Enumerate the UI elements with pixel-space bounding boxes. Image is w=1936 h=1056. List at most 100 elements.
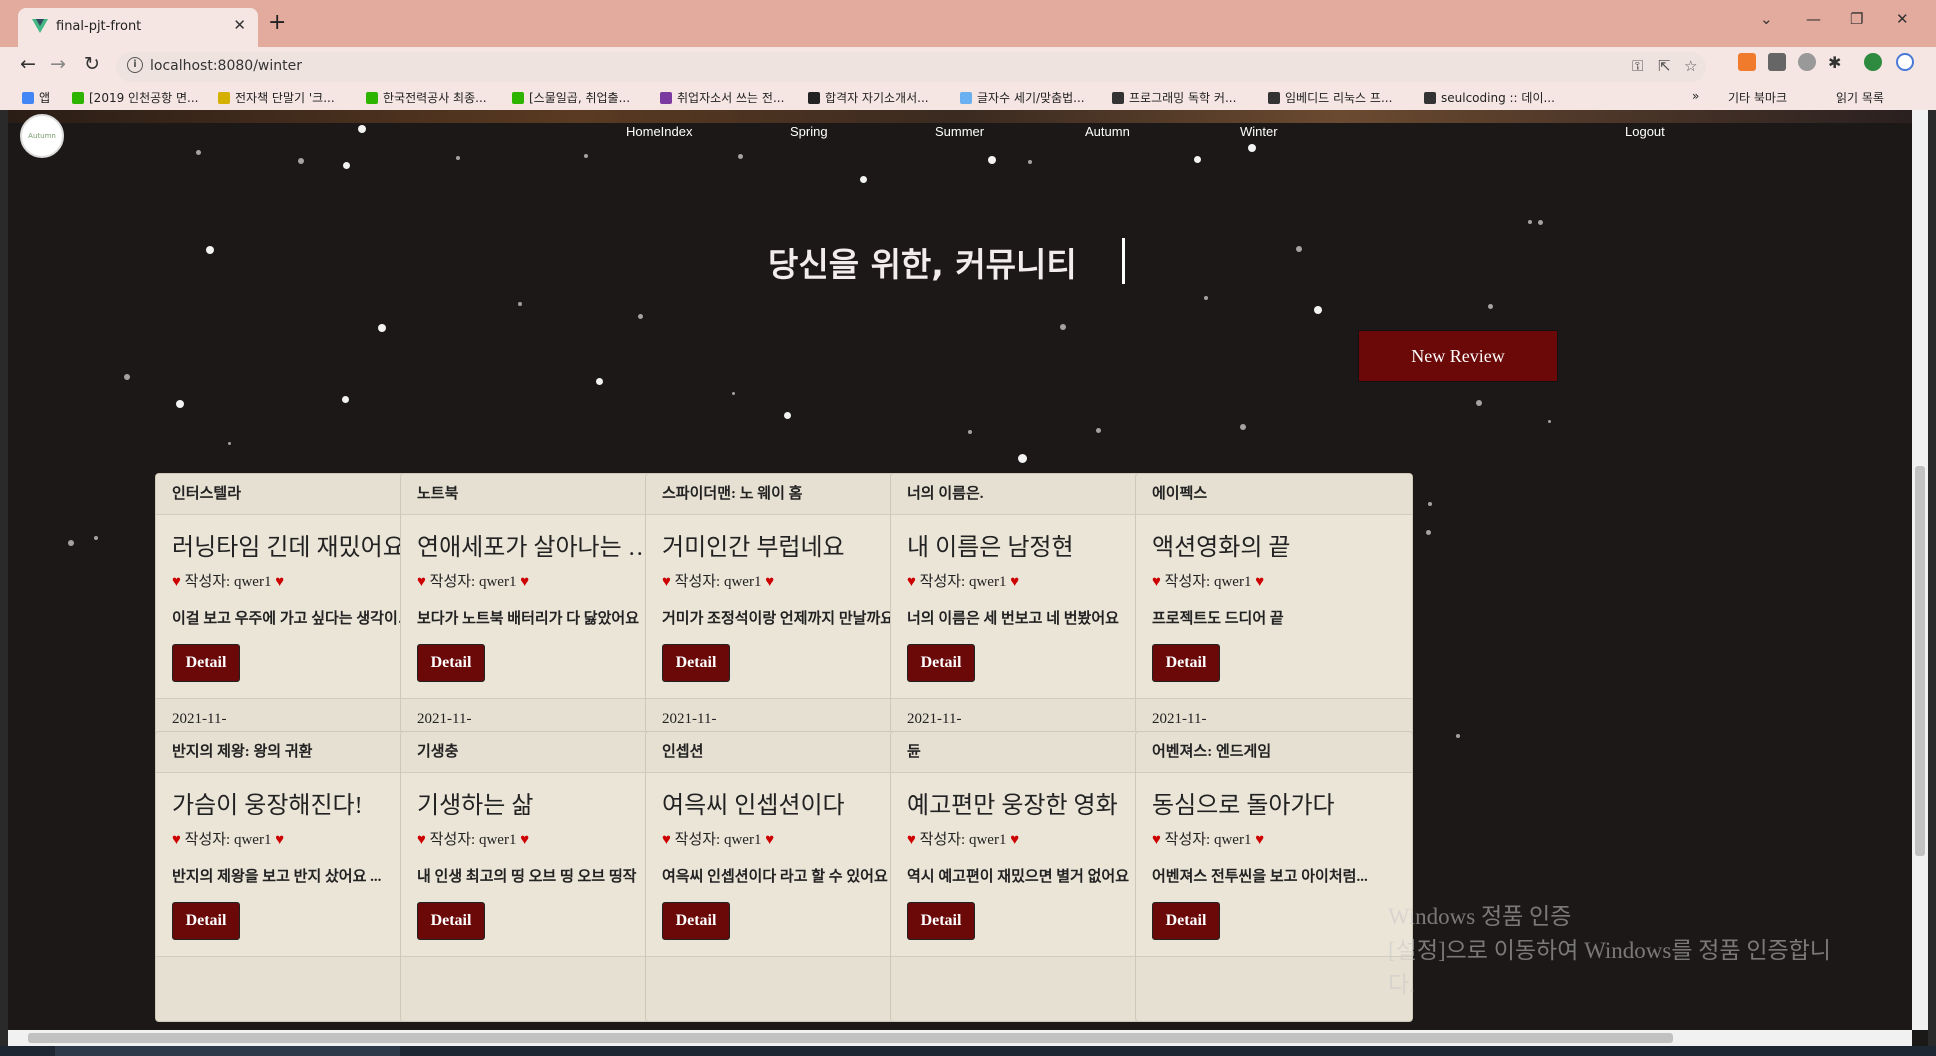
nav-winter[interactable]: Winter xyxy=(1240,124,1278,139)
window-close-icon[interactable]: ✕ xyxy=(1896,10,1909,28)
heart-icon: ♥ xyxy=(1010,832,1020,848)
snowflake xyxy=(1476,400,1482,406)
back-icon[interactable]: ← xyxy=(20,53,36,75)
site-info-icon[interactable]: i xyxy=(127,57,143,73)
nav-spring[interactable]: Spring xyxy=(790,124,828,139)
typing-caret xyxy=(1122,238,1125,284)
vertical-scrollbar[interactable] xyxy=(1912,110,1928,1030)
card-author: ♥ 작성자: qwer1 ♥ xyxy=(156,562,432,591)
scrollbar-thumb[interactable] xyxy=(28,1033,1673,1043)
card-movie-title: 어벤져스: 엔드게임 xyxy=(1136,732,1412,773)
snowflake xyxy=(176,400,184,408)
bookmarks-overflow-icon[interactable]: » xyxy=(1692,89,1699,103)
extension-icon[interactable] xyxy=(1738,53,1756,71)
review-card: 에이펙스 액션영화의 끝 ♥ 작성자: qwer1 ♥ 프로젝트도 드디어 끝 Deta… xyxy=(1135,473,1413,764)
snowflake xyxy=(1548,420,1551,423)
card-author: ♥ 작성자: qwer1 ♥ xyxy=(1136,562,1412,591)
heart-icon: ♥ xyxy=(417,832,426,848)
card-movie-title: 스파이더맨: 노 웨이 홈 xyxy=(646,474,922,515)
reading-list-button[interactable]: 읽기 목록 xyxy=(1836,89,1884,106)
snowflake xyxy=(1488,304,1493,309)
card-review-title: 액션영화의 끝 xyxy=(1152,535,1291,561)
card-created-at xyxy=(891,956,1167,1021)
bookmark-item[interactable]: seulcoding :: 데이... xyxy=(1424,89,1555,106)
detail-button[interactable]: Detail xyxy=(907,644,975,682)
extension-icon[interactable] xyxy=(1798,53,1816,71)
tab-close-icon[interactable]: ✕ xyxy=(233,16,246,34)
card-author: ♥ 작성자: qwer1 ♥ xyxy=(1136,820,1412,849)
scrollbar-thumb[interactable] xyxy=(1915,466,1925,856)
card-movie-title: 에이펙스 xyxy=(1136,474,1412,515)
bookmark-star-icon[interactable]: ☆ xyxy=(1684,57,1697,75)
bookmark-item[interactable]: 앱 xyxy=(22,89,50,106)
bookmark-item[interactable]: 전자책 단말기 '크... xyxy=(218,89,335,106)
menu-icon[interactable] xyxy=(1896,53,1914,71)
profile-avatar[interactable] xyxy=(1864,53,1882,71)
bookmark-item[interactable]: 취업자소서 쓰는 전... xyxy=(660,89,784,106)
key-icon[interactable]: ⚿ xyxy=(1632,57,1643,75)
taskbar-active-app[interactable] xyxy=(55,1046,400,1056)
tab-search-icon[interactable]: ⌄ xyxy=(1760,10,1773,28)
tab-strip: final-pjt-front ✕ + ⌄ — ❐ ✕ xyxy=(0,0,1936,47)
card-movie-title: 반지의 제왕: 왕의 귀환 xyxy=(156,732,432,773)
nav-logout[interactable]: Logout xyxy=(1625,124,1665,139)
extension-icon[interactable] xyxy=(1768,53,1786,71)
detail-button[interactable]: Detail xyxy=(172,902,240,940)
share-icon[interactable]: ⇱ xyxy=(1658,57,1671,75)
detail-button[interactable]: Detail xyxy=(417,644,485,682)
site-logo[interactable]: Autumn xyxy=(20,114,64,158)
review-card: 너의 이름은. 내 이름은 남정현 ♥ 작성자: qwer1 ♥ 너의 이름은 세 번… xyxy=(890,473,1168,764)
nav-autumn[interactable]: Autumn xyxy=(1085,124,1130,139)
author-label: 작성자: qwer1 xyxy=(1164,574,1252,590)
card-review-body: 반지의 제왕을 보고 반지 샀어요 ... xyxy=(172,869,382,885)
card-review-title: 내 이름은 남정현 xyxy=(907,535,1074,561)
puzzle-icon[interactable]: ✱ xyxy=(1828,53,1846,72)
minimize-icon[interactable]: — xyxy=(1806,10,1821,28)
review-card: 인셉션 여윽씨 인셉션이다 ♥ 작성자: qwer1 ♥ 여윽씨 인셉션이다 라고 할… xyxy=(645,731,923,1022)
detail-button[interactable]: Detail xyxy=(1152,644,1220,682)
detail-button[interactable]: Detail xyxy=(662,644,730,682)
snowflake xyxy=(68,540,74,546)
card-review-title: 예고편만 웅장한 영화 xyxy=(907,793,1118,819)
address-bar[interactable]: i localhost:8080/winter ⚿ ⇱ ☆ xyxy=(116,52,1706,82)
nav-homeindex[interactable]: HomeIndex xyxy=(626,124,692,139)
review-card: 듄 예고편만 웅장한 영화 ♥ 작성자: qwer1 ♥ 역시 예고편이 재밌으면 별… xyxy=(890,731,1168,1022)
bookmark-item[interactable]: 프로그래밍 독학 커... xyxy=(1112,89,1236,106)
review-card: 반지의 제왕: 왕의 귀환 가슴이 웅장해진다! ♥ 작성자: qwer1 ♥ 반지의… xyxy=(155,731,433,1022)
bookmark-item[interactable]: 글자수 세기/맞춤법... xyxy=(960,89,1085,106)
card-author: ♥ 작성자: qwer1 ♥ xyxy=(891,820,1167,849)
card-movie-title: 인셉션 xyxy=(646,732,922,773)
card-review-title: 거미인간 부럽네요 xyxy=(662,535,845,561)
url-text: localhost:8080/winter xyxy=(150,58,302,74)
detail-button[interactable]: Detail xyxy=(907,902,975,940)
reload-icon[interactable]: ↻ xyxy=(84,53,100,75)
detail-button[interactable]: Detail xyxy=(662,902,730,940)
bookmark-item[interactable]: 임베디드 리눅스 프... xyxy=(1268,89,1392,106)
horizontal-scrollbar[interactable] xyxy=(8,1030,1912,1046)
detail-button[interactable]: Detail xyxy=(172,644,240,682)
other-bookmarks-folder[interactable]: 기타 북마크 xyxy=(1728,89,1787,106)
review-card: 스파이더맨: 노 웨이 홈 거미인간 부럽네요 ♥ 작성자: qwer1 ♥ 거미가 … xyxy=(645,473,923,764)
bookmark-favicon-icon xyxy=(660,92,672,104)
detail-button[interactable]: Detail xyxy=(1152,902,1220,940)
new-review-button[interactable]: New Review xyxy=(1358,330,1558,382)
bookmark-item[interactable]: [스물일곱, 취업출... xyxy=(512,89,630,106)
bookmark-item[interactable]: 합격자 자기소개서... xyxy=(808,89,929,106)
bookmark-item[interactable]: [2019 인천공항 면... xyxy=(72,89,199,106)
forward-icon[interactable]: → xyxy=(50,53,66,75)
card-review-title: 여윽씨 인셉션이다 xyxy=(662,793,845,819)
bookmark-item[interactable]: 한국전력공사 최종... xyxy=(366,89,487,106)
restore-icon[interactable]: ❐ xyxy=(1850,10,1863,28)
browser-chrome: final-pjt-front ✕ + ⌄ — ❐ ✕ ← → ↻ i loca… xyxy=(0,0,1936,110)
heart-icon: ♥ xyxy=(1255,832,1265,848)
card-author: ♥ 작성자: qwer1 ♥ xyxy=(891,562,1167,591)
browser-tab[interactable]: final-pjt-front ✕ xyxy=(18,8,258,47)
detail-button[interactable]: Detail xyxy=(417,902,485,940)
heart-icon: ♥ xyxy=(172,574,181,590)
new-tab-icon[interactable]: + xyxy=(268,10,286,35)
heart-icon: ♥ xyxy=(662,832,671,848)
snowflake xyxy=(378,324,386,332)
window-frame-right xyxy=(1928,110,1936,1046)
nav-summer[interactable]: Summer xyxy=(935,124,984,139)
review-card: 기생충 기생하는 삶 ♥ 작성자: qwer1 ♥ 내 인생 최고의 띵 오브 띵 오… xyxy=(400,731,678,1022)
